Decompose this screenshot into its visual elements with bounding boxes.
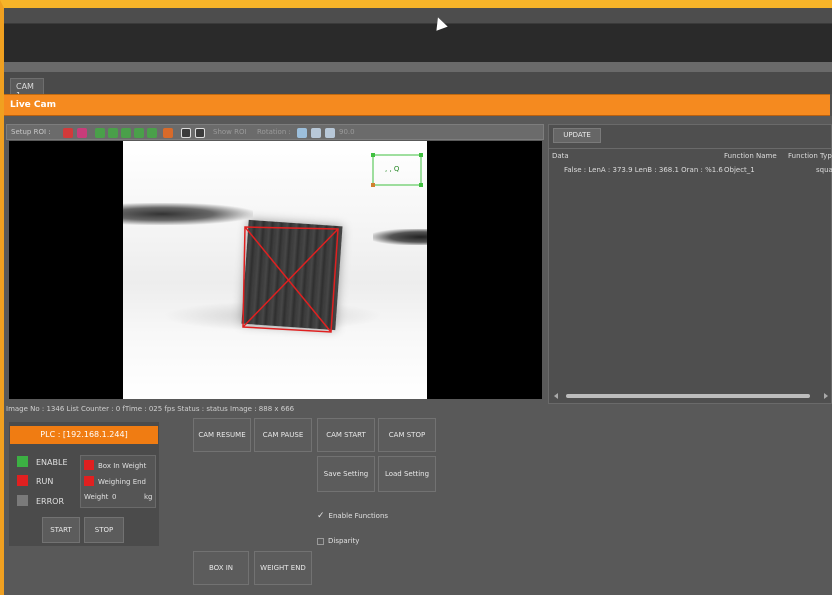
update-button[interactable]: UPDATE (553, 128, 601, 143)
run-led-icon (17, 475, 28, 486)
results-header: Data Function Name Function Type (548, 152, 832, 164)
load-setting-button[interactable]: Load Setting (378, 456, 436, 492)
table-row[interactable]: False : LenA : 373.9 LenB : 368.1 Oran :… (548, 166, 832, 178)
roi-delete-icon[interactable] (77, 128, 87, 138)
enable-functions-label: Enable Functions (328, 512, 389, 520)
error-led-icon (17, 495, 28, 506)
rotate-icon[interactable] (297, 128, 307, 138)
title-bar (4, 8, 832, 24)
box-in-weight-label: Box In Weight (98, 462, 147, 470)
enable-led-icon (17, 456, 28, 467)
run-label: RUN (36, 477, 54, 486)
pen-tool-5-icon[interactable] (147, 128, 157, 138)
weight-unit: kg (144, 493, 153, 501)
status-line: Image No : 1346 List Counter : 0 fTime :… (6, 405, 295, 413)
enable-functions-checkbox[interactable]: ✓ Enable Functions (317, 511, 388, 521)
rotation-label: Rotation : (257, 128, 291, 136)
roi-rect-icon[interactable] (63, 128, 73, 138)
roi-toolbar: Setup ROI : Show ROI Rotation : 90.0 (6, 124, 544, 140)
header-area (4, 24, 832, 62)
weighing-end-label: Weighing End (98, 478, 146, 486)
plc-address: PLC : [192.168.1.244] (10, 426, 158, 444)
row-function-name: Object_1 (724, 166, 755, 174)
disparity-checkbox[interactable]: Disparity (317, 537, 359, 545)
roi-overlay (242, 153, 423, 333)
setup-roi-label: Setup ROI : (11, 128, 51, 136)
row-function-type: squar (816, 166, 832, 174)
pen-tool-icon[interactable] (95, 128, 105, 138)
cam-start-button[interactable]: CAM START (317, 418, 375, 452)
results-scrollbar[interactable] (552, 392, 830, 400)
cam-pause-button[interactable]: CAM PAUSE (254, 418, 312, 452)
disparity-label: Disparity (328, 537, 360, 545)
pen-tool-2-icon[interactable] (108, 128, 118, 138)
cam-stop-button[interactable]: CAM STOP (378, 418, 436, 452)
edit-tool-icon[interactable] (195, 128, 205, 138)
error-label: ERROR (36, 497, 65, 506)
weight-label: Weight (84, 493, 109, 501)
col-function-name[interactable]: Function Name (724, 152, 777, 160)
pen-tool-3-icon[interactable] (121, 128, 131, 138)
weight-end-button[interactable]: WEIGHT END (254, 551, 312, 585)
rotate-2-icon[interactable] (311, 128, 321, 138)
box-in-button[interactable]: BOX IN (193, 551, 249, 585)
rotate-3-icon[interactable] (325, 128, 335, 138)
roi-label: , , Q (385, 165, 400, 173)
live-cam-header: Live Cam (4, 94, 830, 116)
camera-view[interactable]: , , Q (9, 141, 542, 399)
save-setting-button[interactable]: Save Setting (317, 456, 375, 492)
show-roi-label[interactable]: Show ROI (213, 128, 247, 136)
rotation-value: 90.0 (339, 128, 355, 136)
tab-strip: CAM 1 (4, 72, 832, 100)
tab-cam1[interactable]: CAM 1 (10, 78, 44, 100)
cam-resume-button[interactable]: CAM RESUME (193, 418, 251, 452)
col-data[interactable]: Data (552, 152, 569, 160)
checkbox-empty-icon (317, 537, 324, 545)
plc-stop-button[interactable]: STOP (84, 517, 124, 543)
row-data: False : LenA : 373.9 LenB : 368.1 Oran :… (564, 166, 723, 174)
select-tool-icon[interactable] (181, 128, 191, 138)
camera-image: , , Q (123, 141, 427, 399)
checkmark-icon: ✓ (317, 511, 325, 521)
live-cam-title: Live Cam (10, 100, 56, 110)
col-function-type[interactable]: Function Type (788, 152, 832, 160)
pen-tool-4-icon[interactable] (134, 128, 144, 138)
weight-value: 0 (112, 493, 117, 501)
paint-icon[interactable] (163, 128, 173, 138)
header-divider (4, 62, 832, 72)
plc-start-button[interactable]: START (42, 517, 80, 543)
enable-label: ENABLE (36, 458, 68, 467)
weighing-end-indicator-icon (84, 476, 94, 486)
box-in-weight-indicator-icon (84, 460, 94, 470)
